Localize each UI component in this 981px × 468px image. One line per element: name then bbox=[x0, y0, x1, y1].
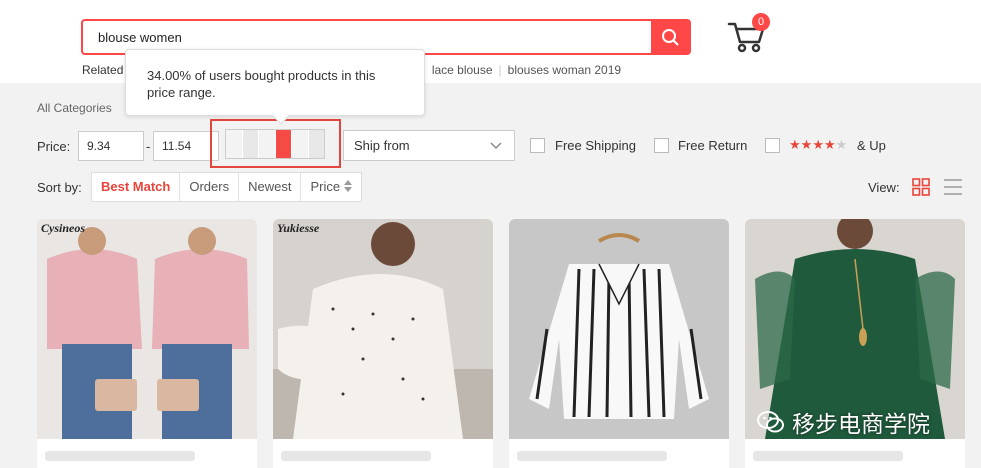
watermark-text: 移步电商学院 bbox=[792, 412, 930, 438]
price-range-tooltip: 34.00% of users bought products in this … bbox=[125, 49, 425, 125]
product-brand: Yukiesse bbox=[277, 221, 320, 235]
sort-price[interactable]: Price bbox=[301, 173, 360, 201]
product-brand: Cysineos bbox=[41, 221, 86, 235]
sort-arrows-icon bbox=[343, 180, 352, 192]
histogram-bar[interactable] bbox=[292, 130, 309, 158]
sort-newest[interactable]: Newest bbox=[239, 173, 302, 201]
related-item-blouses-woman-2019[interactable]: blouses woman 2019 bbox=[508, 63, 621, 77]
histogram-bar[interactable] bbox=[308, 130, 324, 158]
product-info bbox=[37, 443, 257, 468]
histogram-bar[interactable] bbox=[242, 130, 259, 158]
sort-options: Best Match Orders Newest Price bbox=[91, 172, 362, 202]
product-image bbox=[273, 219, 493, 439]
star-icon: ★ bbox=[823, 137, 836, 152]
free-return-label: Free Return bbox=[678, 138, 748, 153]
wechat-logo-icon bbox=[757, 411, 784, 433]
grid-view-icon bbox=[912, 178, 930, 196]
star-icon: ★ bbox=[835, 137, 848, 152]
sort-best-match[interactable]: Best Match bbox=[92, 173, 181, 201]
tooltip-text: 34.00% of users bought products in this … bbox=[147, 68, 376, 100]
view-label: View: bbox=[868, 180, 900, 195]
free-shipping-label: Free Shipping bbox=[555, 138, 636, 153]
product-info bbox=[509, 443, 729, 468]
rating-suffix: & Up bbox=[857, 138, 886, 153]
histogram-bar[interactable] bbox=[226, 130, 243, 158]
ship-from-select[interactable]: Ship from bbox=[343, 130, 515, 161]
all-categories-link[interactable]: All Categories bbox=[37, 101, 112, 115]
price-dash: - bbox=[146, 139, 151, 154]
histogram-bar[interactable] bbox=[259, 130, 276, 158]
chevron-down-icon bbox=[490, 142, 502, 150]
sort-price-label: Price bbox=[310, 179, 341, 194]
product-info bbox=[273, 443, 493, 468]
star-icon: ★ bbox=[800, 137, 813, 152]
list-view-icon bbox=[944, 179, 962, 195]
free-shipping-checkbox[interactable] bbox=[530, 138, 545, 153]
related-searches: e|lace blouse|blouses woman 2019 bbox=[410, 63, 621, 77]
sort-orders[interactable]: Orders bbox=[180, 173, 240, 201]
grid-view-button[interactable] bbox=[912, 178, 930, 196]
price-min-input[interactable] bbox=[78, 131, 144, 161]
ship-from-label: Ship from bbox=[354, 138, 410, 153]
product-image bbox=[509, 219, 729, 439]
related-searches-label: Related bbox=[82, 63, 124, 77]
histogram-bar[interactable] bbox=[275, 130, 292, 158]
cart-count-badge: 0 bbox=[752, 13, 770, 31]
star-icon: ★ bbox=[789, 137, 801, 152]
star-icon: ★ bbox=[812, 137, 824, 152]
watermark: 移步电商学院 bbox=[756, 405, 930, 439]
product-card[interactable]: Cysineos bbox=[37, 219, 257, 468]
product-image bbox=[37, 219, 257, 439]
rating-stars: ★★★★★ bbox=[789, 137, 847, 153]
related-item-lace-blouse[interactable]: lace blouse bbox=[432, 63, 493, 77]
search-icon bbox=[662, 29, 679, 46]
free-return-checkbox[interactable] bbox=[654, 138, 669, 153]
price-histogram bbox=[225, 129, 325, 159]
rating-checkbox[interactable] bbox=[765, 138, 780, 153]
sort-label: Sort by: bbox=[37, 180, 82, 195]
search-button[interactable] bbox=[651, 21, 689, 53]
product-card[interactable]: Yukiesse bbox=[273, 219, 493, 468]
product-info bbox=[745, 443, 965, 468]
product-card[interactable] bbox=[509, 219, 729, 468]
price-label: Price: bbox=[37, 139, 71, 154]
list-view-button[interactable] bbox=[944, 178, 962, 196]
